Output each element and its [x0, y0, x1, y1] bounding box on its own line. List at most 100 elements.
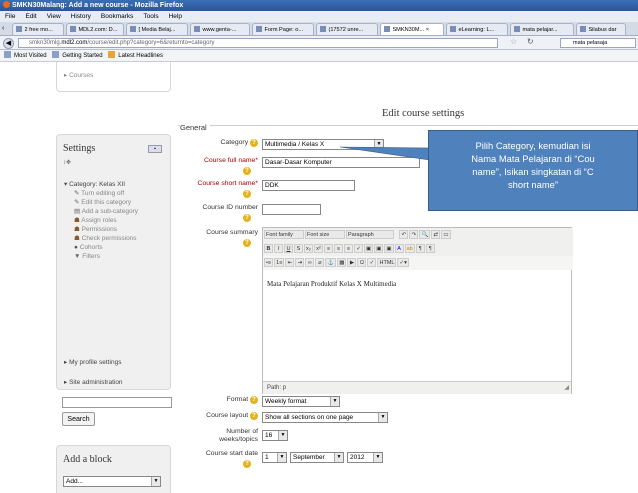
undo-icon[interactable]: ↶ [399, 230, 409, 239]
unlink-icon[interactable]: ⌀ [315, 258, 325, 267]
indent-icon[interactable]: ⇥ [295, 258, 305, 267]
add-subcategory-link[interactable]: ▤ Add a sub-category [74, 207, 138, 216]
settings-search-input[interactable] [62, 397, 172, 408]
tab[interactable]: (17572 unre... [316, 23, 379, 35]
strikethrough-icon[interactable]: S [294, 244, 303, 253]
permissions-link[interactable]: ☗ Permissions [74, 225, 138, 234]
anchor-icon[interactable]: ⚓ [325, 258, 337, 267]
back-button[interactable]: ◀ [3, 38, 14, 49]
media-icon[interactable]: ▶ [347, 258, 357, 267]
block-dock-icon[interactable]: ▪ [148, 145, 162, 153]
help-icon[interactable]: ? [250, 412, 258, 420]
fullname-input[interactable]: Dasar-Dasar Komputer [262, 157, 420, 168]
start-day-select[interactable]: 1 ▼ [262, 452, 287, 463]
underline-icon[interactable]: U [284, 244, 293, 253]
italic-icon[interactable]: I [274, 244, 283, 253]
help-icon[interactable]: ? [243, 167, 251, 175]
editor-content[interactable]: Mata Pelajaran Produktif Kelas X Multime… [267, 280, 396, 288]
idnumber-input[interactable] [262, 204, 321, 215]
menu-edit[interactable]: Edit [25, 13, 36, 20]
fullscreen-icon[interactable]: ▭ [441, 230, 451, 239]
category-node[interactable]: ▾ Category: Kelas XII [64, 180, 125, 188]
help-icon[interactable]: ? [243, 460, 251, 468]
help-icon[interactable]: ? [243, 190, 251, 198]
superscript-icon[interactable]: x² [314, 244, 323, 253]
menu-view[interactable]: View [47, 13, 61, 20]
edit-category-link[interactable]: ✎ Edit this category [74, 198, 138, 207]
tab[interactable]: Silabus dar [576, 23, 627, 35]
turn-editing-off-link[interactable]: ✎ Turn editing off [74, 189, 138, 198]
special-char-icon[interactable]: Ω [357, 258, 367, 267]
tab[interactable]: [ Media Belaj... [126, 23, 189, 35]
site-administration-node[interactable]: ▸ Site administration [64, 378, 123, 386]
cohorts-link[interactable]: ● Cohorts [74, 243, 138, 252]
check-permissions-link[interactable]: ☗ Check permissions [74, 234, 138, 243]
courses-link[interactable]: ▸ Courses [64, 71, 93, 79]
menu-file[interactable]: File [5, 13, 15, 20]
spell-language-icon[interactable]: ✓▾ [397, 258, 409, 267]
help-icon[interactable]: ? [243, 214, 251, 222]
shortname-input[interactable]: DDK [262, 180, 355, 191]
html-source-icon[interactable]: HTML [377, 258, 397, 267]
bookmark-latest-headlines[interactable]: Latest Headlines [118, 53, 163, 59]
menu-bookmarks[interactable]: Bookmarks [101, 13, 134, 20]
block-move-icon[interactable]: ↕✥ [63, 159, 71, 166]
tab-scroll-left-icon[interactable]: ‹ [2, 22, 8, 35]
tab[interactable]: www.genta-... [190, 23, 251, 35]
assign-roles-link[interactable]: ☗ Assign roles [74, 216, 138, 225]
tab[interactable]: MDL2.com: D... [66, 23, 125, 35]
rtl-icon[interactable]: ¶ [425, 244, 435, 253]
font-family-select[interactable]: Font family [264, 230, 304, 239]
ltr-icon[interactable]: ¶ [415, 244, 425, 253]
my-profile-settings-node[interactable]: ▸ My profile settings [64, 358, 121, 366]
paste-word-icon[interactable]: ▣ [384, 244, 394, 253]
add-block-select[interactable]: Add... ▼ [63, 476, 161, 487]
clean-icon[interactable]: ✓ [354, 244, 363, 253]
align-left-icon[interactable]: ≡ [324, 244, 333, 253]
filters-link[interactable]: ▼ Filters [74, 252, 138, 261]
resize-handle-icon[interactable]: ◢ [564, 382, 569, 394]
spellcheck-icon[interactable]: ✓ [367, 258, 377, 267]
paste-icon[interactable]: ▣ [364, 244, 374, 253]
format-select[interactable]: Weekly format ▼ [262, 396, 340, 407]
help-icon[interactable]: ? [250, 139, 258, 147]
bold-icon[interactable]: B [264, 244, 273, 253]
image-icon[interactable]: ▩ [337, 258, 347, 267]
tab[interactable]: eLearning: L... [446, 23, 509, 35]
replace-icon[interactable]: ⇄ [431, 230, 441, 239]
align-right-icon[interactable]: ≡ [344, 244, 353, 253]
bookmark-star-icon[interactable]: ☆ [510, 37, 517, 46]
menu-tools[interactable]: Tools [143, 13, 158, 20]
bullet-list-icon[interactable]: •≡ [264, 258, 274, 267]
menu-history[interactable]: History [71, 13, 91, 20]
help-icon[interactable]: ? [250, 396, 258, 404]
help-icon[interactable]: ? [243, 239, 251, 247]
start-year-select[interactable]: 2012 ▼ [347, 452, 383, 463]
category-select[interactable]: Multimedia / Kelas X ▼ [262, 139, 384, 150]
bookmark-getting-started[interactable]: Getting Started [62, 53, 102, 59]
numbered-list-icon[interactable]: 1≡ [274, 258, 285, 267]
font-size-select[interactable]: Font size [305, 230, 345, 239]
search-input[interactable]: mata pelasaja [560, 38, 636, 48]
link-icon[interactable]: ∞ [305, 258, 315, 267]
paste-text-icon[interactable]: ▣ [374, 244, 384, 253]
bookmark-most-visited[interactable]: Most Visited [14, 53, 47, 59]
weeks-select[interactable]: 16 ▼ [262, 430, 288, 441]
outdent-icon[interactable]: ⇤ [285, 258, 295, 267]
find-icon[interactable]: 🔍 [419, 230, 431, 239]
start-month-select[interactable]: September ▼ [290, 452, 344, 463]
layout-select[interactable]: Show all sections on one page ▼ [262, 412, 388, 423]
tab-active[interactable]: SMKN30M... × [380, 23, 445, 35]
redo-icon[interactable]: ↷ [409, 230, 419, 239]
reload-icon[interactable]: ↻ [527, 37, 534, 46]
tab[interactable]: 2 free mo... [12, 23, 65, 35]
url-input[interactable]: smkn30mlg.mdl2.com/course/edit.php?categ… [18, 38, 498, 48]
paragraph-select[interactable]: Paragraph [346, 230, 394, 239]
highlight-icon[interactable]: ab [404, 244, 415, 253]
menu-help[interactable]: Help [169, 13, 182, 20]
search-button[interactable]: Search [62, 412, 95, 426]
text-color-icon[interactable]: A [394, 244, 404, 253]
align-center-icon[interactable]: ≡ [334, 244, 343, 253]
tab[interactable]: Form Page: o... [252, 23, 315, 35]
subscript-icon[interactable]: x₂ [304, 244, 313, 253]
